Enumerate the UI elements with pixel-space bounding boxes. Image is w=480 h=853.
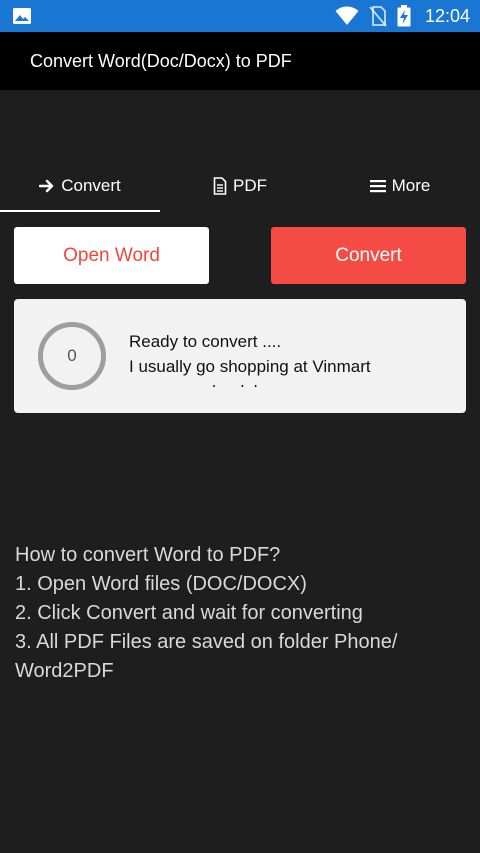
progress-status: Ready to convert .... xyxy=(129,332,282,351)
wifi-icon xyxy=(335,6,359,26)
status-bar: 12:04 xyxy=(0,0,480,32)
progress-text: Ready to convert .... I usually go shopp… xyxy=(129,329,456,387)
instructions-title: How to convert Word to PDF? xyxy=(15,544,281,566)
open-word-button[interactable]: Open Word xyxy=(14,227,209,284)
tab-pdf-label: PDF xyxy=(233,176,267,195)
image-icon xyxy=(12,7,32,25)
instructions-step-3-cont: Word2PDF xyxy=(15,660,114,682)
instructions: How to convert Word to PDF? 1. Open Word… xyxy=(15,541,470,686)
instructions-step-2: 2. Click Convert and wait for converting xyxy=(15,602,363,624)
tab-convert[interactable]: Convert xyxy=(0,160,160,212)
app-title: Convert Word(Doc/Docx) to PDF xyxy=(30,50,292,71)
instructions-step-3: 3. All PDF Files are saved on folder Pho… xyxy=(15,631,398,653)
progress-preview-line-clipped: near my school, because xyxy=(129,379,456,387)
no-sim-icon xyxy=(369,5,387,27)
tab-convert-label: Convert xyxy=(61,176,121,195)
tab-more-label: More xyxy=(391,176,431,195)
menu-icon xyxy=(369,179,386,193)
document-icon xyxy=(213,177,227,195)
progress-value: 0 xyxy=(67,346,77,365)
status-time: 12:04 xyxy=(424,5,470,26)
convert-button[interactable]: Convert xyxy=(271,227,466,284)
progress-preview-line: I usually go shopping at Vinmart xyxy=(129,357,371,376)
tab-bar: Convert PDF More xyxy=(0,160,480,212)
app-bar: Convert Word(Doc/Docx) to PDF xyxy=(0,32,480,90)
arrow-right-icon xyxy=(39,179,55,193)
progress-card: 0 Ready to convert .... I usually go sho… xyxy=(14,299,466,413)
progress-ring: 0 xyxy=(38,322,106,390)
tab-more[interactable]: More xyxy=(320,160,480,212)
tab-pdf[interactable]: PDF xyxy=(160,160,320,212)
battery-charging-icon xyxy=(397,5,411,27)
instructions-step-1: 1. Open Word files (DOC/DOCX) xyxy=(15,573,307,595)
